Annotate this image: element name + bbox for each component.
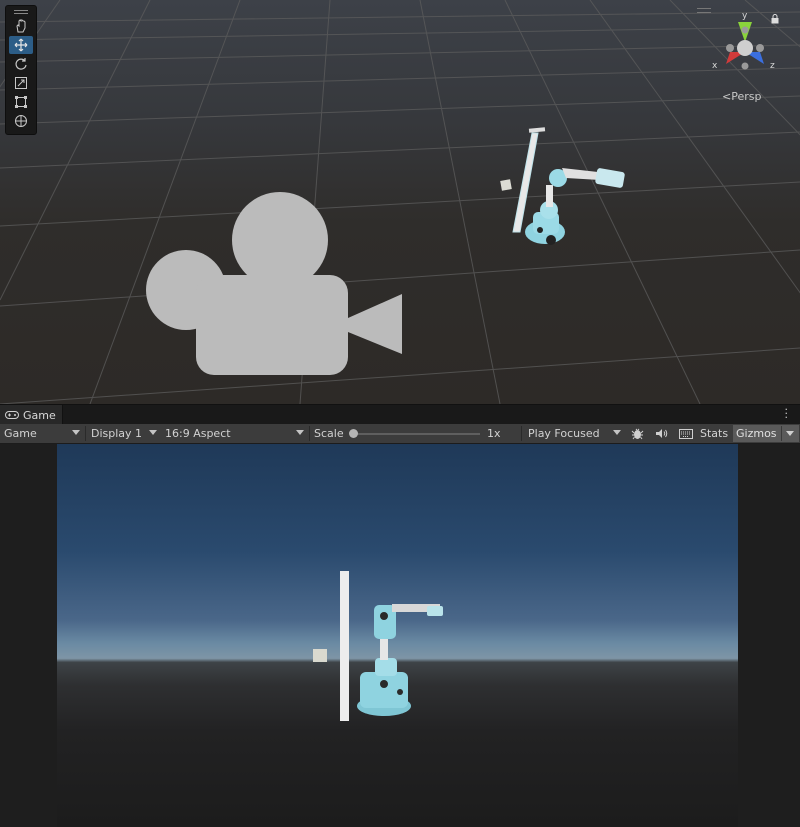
- game-robot-arm: [357, 604, 443, 716]
- persp-chevron-icon: <: [722, 90, 732, 103]
- overlay-grip[interactable]: [697, 8, 711, 13]
- transform-icon: [15, 115, 27, 127]
- play-mode-select-value: Play Focused: [528, 427, 600, 440]
- scale-value: 1x: [487, 427, 501, 440]
- x-axis-label: x: [712, 61, 718, 71]
- scale-slider-track[interactable]: [352, 433, 480, 435]
- scale-slider-handle[interactable]: [349, 429, 358, 438]
- z-axis-label: z: [770, 61, 775, 71]
- chevron-down-icon: [613, 430, 621, 435]
- scene-robot-arm: [525, 168, 625, 245]
- camera-icon: [146, 192, 402, 375]
- rect-transform-icon: [15, 96, 27, 108]
- toolbar-grip[interactable]: [6, 8, 36, 16]
- chevron-down-icon: [296, 430, 304, 435]
- scene-grid: [0, 0, 800, 404]
- speaker-icon: [656, 429, 668, 438]
- display-select[interactable]: Display 1: [87, 424, 161, 443]
- gizmos-button[interactable]: Gizmos: [733, 425, 799, 442]
- aspect-select[interactable]: 16:9 Aspect: [161, 424, 308, 443]
- chevron-down-icon: [72, 430, 80, 435]
- keyboard-icon: [679, 428, 693, 439]
- game-view-area: [0, 444, 800, 827]
- panel-menu-icon[interactable]: · · ·: [785, 404, 789, 423]
- scene-tools-toolbar: [5, 5, 37, 135]
- tab-game-label: Game: [23, 408, 56, 422]
- bug-icon: [631, 428, 644, 440]
- game-toolbar: Game Display 1 16:9 Aspect Scale 1x Play…: [0, 424, 800, 444]
- frame-debugger-button[interactable]: [627, 424, 647, 443]
- game-tab-bar: Game · · ·: [0, 404, 800, 425]
- tab-game[interactable]: Game: [0, 405, 63, 425]
- scale-icon: [15, 77, 27, 89]
- move-tool-button[interactable]: [9, 36, 33, 54]
- scale-tool-button[interactable]: [9, 74, 33, 92]
- hand-icon: [16, 19, 26, 33]
- chevron-down-icon: [786, 431, 794, 436]
- hand-tool-button[interactable]: [9, 17, 33, 35]
- rect-tool-button[interactable]: [9, 93, 33, 111]
- shortcuts-button[interactable]: [675, 424, 695, 443]
- rotate-icon: [15, 58, 27, 70]
- scale-label: Scale: [314, 427, 344, 440]
- mute-audio-button[interactable]: [651, 424, 671, 443]
- display-select-value: Display 1: [91, 427, 143, 440]
- chevron-down-icon: [149, 430, 157, 435]
- move-arrows-icon: [14, 38, 28, 52]
- game-small-cube: [313, 649, 327, 662]
- game-wall-panel: [340, 571, 349, 721]
- game-scene: [313, 571, 443, 721]
- stats-button[interactable]: Stats: [696, 424, 732, 443]
- view-select[interactable]: Game: [0, 424, 84, 443]
- view-select-value: Game: [4, 427, 37, 440]
- projection-label: Persp: [731, 90, 762, 103]
- rotate-tool-button[interactable]: [9, 55, 33, 73]
- orientation-gizmo[interactable]: y x z: [710, 8, 780, 88]
- projection-toggle[interactable]: <Persp: [722, 90, 761, 103]
- scene-view[interactable]: y x z <Persp: [0, 0, 800, 404]
- aspect-select-value: 16:9 Aspect: [165, 427, 231, 440]
- gamepad-icon: [5, 411, 19, 419]
- game-render-view[interactable]: [57, 444, 738, 827]
- play-mode-select[interactable]: Play Focused: [524, 424, 625, 443]
- y-axis-label: y: [742, 11, 748, 21]
- gizmos-label: Gizmos: [736, 427, 777, 440]
- transform-tool-button[interactable]: [9, 112, 33, 130]
- scene-small-cube: [500, 179, 512, 191]
